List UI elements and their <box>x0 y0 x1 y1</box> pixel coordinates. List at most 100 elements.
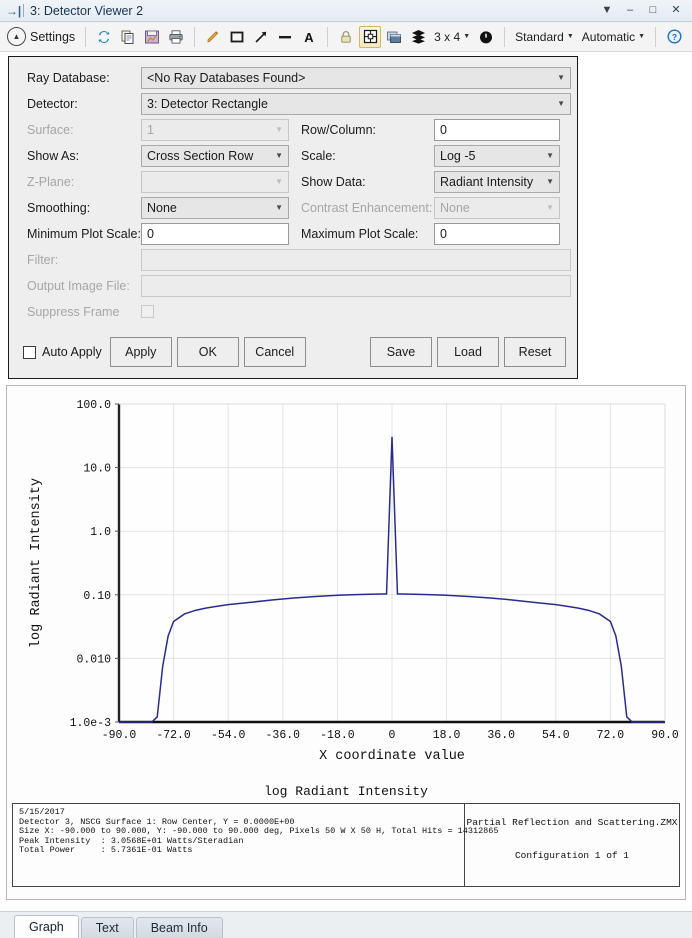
bottom-tabstrip: Graph Text Beam Info <box>0 911 692 938</box>
auto-apply-checkbox[interactable] <box>23 346 36 359</box>
reset-button[interactable]: Reset <box>504 337 566 367</box>
show-data-combo[interactable]: Radiant Intensity ▼ <box>434 171 560 193</box>
show-as-value: Cross Section Row <box>147 149 253 163</box>
filter-input[interactable] <box>141 249 571 271</box>
svg-text:X coordinate value: X coordinate value <box>319 749 465 764</box>
surface-label: Surface: <box>15 123 141 137</box>
chevron-down-icon: ▼ <box>546 178 554 186</box>
svg-text:0.10: 0.10 <box>83 590 111 603</box>
chevron-up-icon: ▲ <box>7 27 26 46</box>
line-icon[interactable] <box>274 26 296 48</box>
toolbar-separator <box>504 27 505 47</box>
maximize-button[interactable]: □ <box>647 4 659 18</box>
svg-text:?: ? <box>671 32 676 42</box>
z-plane-combo[interactable]: ▼ <box>141 171 289 193</box>
settings-button[interactable]: ▲ Settings <box>5 26 79 47</box>
tab-beam-info[interactable]: Beam Info <box>136 917 223 938</box>
show-data-label: Show Data: <box>289 175 434 189</box>
tab-text[interactable]: Text <box>81 917 134 938</box>
dropdown-menu-button[interactable]: ▼ <box>601 4 613 18</box>
ok-button[interactable]: OK <box>177 337 239 367</box>
scale-combo[interactable]: Log -5 ▼ <box>434 145 560 167</box>
settings-button-label: Settings <box>30 30 75 44</box>
smoothing-combo[interactable]: None ▼ <box>141 197 289 219</box>
rotate-icon[interactable] <box>475 26 497 48</box>
svg-text:-54.0: -54.0 <box>211 729 246 742</box>
pen-icon[interactable] <box>202 26 224 48</box>
smoothing-value: None <box>147 201 177 215</box>
style-dropdown[interactable]: Standard ▼ <box>511 30 578 44</box>
z-plane-label: Z-Plane: <box>15 175 141 189</box>
show-as-combo[interactable]: Cross Section Row ▼ <box>141 145 289 167</box>
minimize-button[interactable]: – <box>624 4 636 18</box>
scale-mode-dropdown[interactable]: Automatic ▼ <box>578 30 649 44</box>
help-icon[interactable]: ? <box>663 26 685 48</box>
svg-text:36.0: 36.0 <box>487 729 515 742</box>
detector-combo[interactable]: 3: Detector Rectangle ▼ <box>141 93 571 115</box>
detector-value: 3: Detector Rectangle <box>147 97 268 111</box>
lock-icon[interactable] <box>335 26 357 48</box>
info-line: Total Power : 5.7361E-01 Watts <box>19 846 464 856</box>
row-column-input[interactable]: 0 <box>434 119 560 141</box>
grid-size-label: 3 x 4 <box>434 30 460 44</box>
grid-size-dropdown[interactable]: 3 x 4 ▼ <box>430 30 474 44</box>
svg-text:0.010: 0.010 <box>76 653 111 666</box>
ray-database-value: <No Ray Databases Found> <box>147 71 305 85</box>
save-chart-icon[interactable] <box>141 26 163 48</box>
graph-panel: 100.010.01.00.100.0101.0e-3-90.0-72.0-54… <box>6 385 686 900</box>
load-button[interactable]: Load <box>437 337 499 367</box>
minimum-plot-scale-input[interactable]: 0 <box>141 223 289 245</box>
svg-text:1.0: 1.0 <box>90 526 111 539</box>
contrast-enhancement-combo[interactable]: None ▼ <box>434 197 560 219</box>
text-icon[interactable]: A <box>298 26 320 48</box>
chevron-down-icon: ▼ <box>275 204 283 212</box>
fit-window-icon[interactable] <box>359 26 381 48</box>
print-icon[interactable] <box>165 26 187 48</box>
auto-apply-control[interactable]: Auto Apply <box>23 345 102 359</box>
cancel-button[interactable]: Cancel <box>244 337 306 367</box>
row-ray-database: Ray Database: <No Ray Databases Found> ▼ <box>15 65 571 90</box>
info-box: 5/15/2017 Detector 3, NSCG Surface 1: Ro… <box>12 803 680 887</box>
chevron-down-icon: ▼ <box>557 74 565 82</box>
window-title: 3: Detector Viewer 2 <box>30 4 601 18</box>
row-filter: Filter: <box>15 247 571 272</box>
scale-mode-label: Automatic <box>582 30 635 44</box>
maximum-plot-scale-input[interactable]: 0 <box>434 223 560 245</box>
output-image-file-input[interactable] <box>141 275 571 297</box>
svg-text:18.0: 18.0 <box>433 729 461 742</box>
svg-text:90.0: 90.0 <box>651 729 679 742</box>
row-column-label: Row/Column: <box>289 123 434 137</box>
toolbar-separator <box>327 27 328 47</box>
detector-cross-section-chart: 100.010.01.00.100.0101.0e-3-90.0-72.0-54… <box>7 386 685 776</box>
refresh-icon[interactable] <box>93 26 115 48</box>
chevron-down-icon: ▼ <box>546 152 554 160</box>
row-column-value: 0 <box>440 123 447 137</box>
auto-apply-label: Auto Apply <box>42 345 102 359</box>
output-image-file-label: Output Image File: <box>15 279 141 293</box>
chevron-down-icon: ▼ <box>275 152 283 160</box>
scale-value: Log -5 <box>440 149 475 163</box>
maximum-plot-scale-label: Maximum Plot Scale: <box>289 227 434 241</box>
copy-icon[interactable] <box>117 26 139 48</box>
maximum-plot-scale-value: 0 <box>440 227 447 241</box>
surface-combo[interactable]: 1 ▼ <box>141 119 289 141</box>
rectangle-icon[interactable] <box>226 26 248 48</box>
row-showas-scale: Show As: Cross Section Row ▼ Scale: Log … <box>15 143 571 168</box>
file-name: Partial Reflection and Scattering.ZMX <box>465 817 679 828</box>
layers-icon[interactable] <box>407 26 429 48</box>
apply-button[interactable]: Apply <box>110 337 172 367</box>
save-button[interactable]: Save <box>370 337 432 367</box>
scale-label: Scale: <box>289 149 434 163</box>
arrow-icon[interactable] <box>250 26 272 48</box>
window-copy-icon[interactable] <box>383 26 405 48</box>
title-separator <box>23 4 24 17</box>
ray-database-combo[interactable]: <No Ray Databases Found> ▼ <box>141 67 571 89</box>
chevron-down-icon: ▼ <box>275 126 283 134</box>
row-surface-rowcolumn: Surface: 1 ▼ Row/Column: 0 <box>15 117 571 142</box>
tab-graph[interactable]: Graph <box>14 915 79 938</box>
toolbar-separator <box>655 27 656 47</box>
main-toolbar: ▲ Settings <box>0 22 692 52</box>
close-button[interactable]: ✕ <box>670 4 682 18</box>
suppress-frame-checkbox[interactable] <box>141 305 154 318</box>
settings-button-bar: Auto Apply Apply OK Cancel Save Load Res… <box>15 332 571 372</box>
